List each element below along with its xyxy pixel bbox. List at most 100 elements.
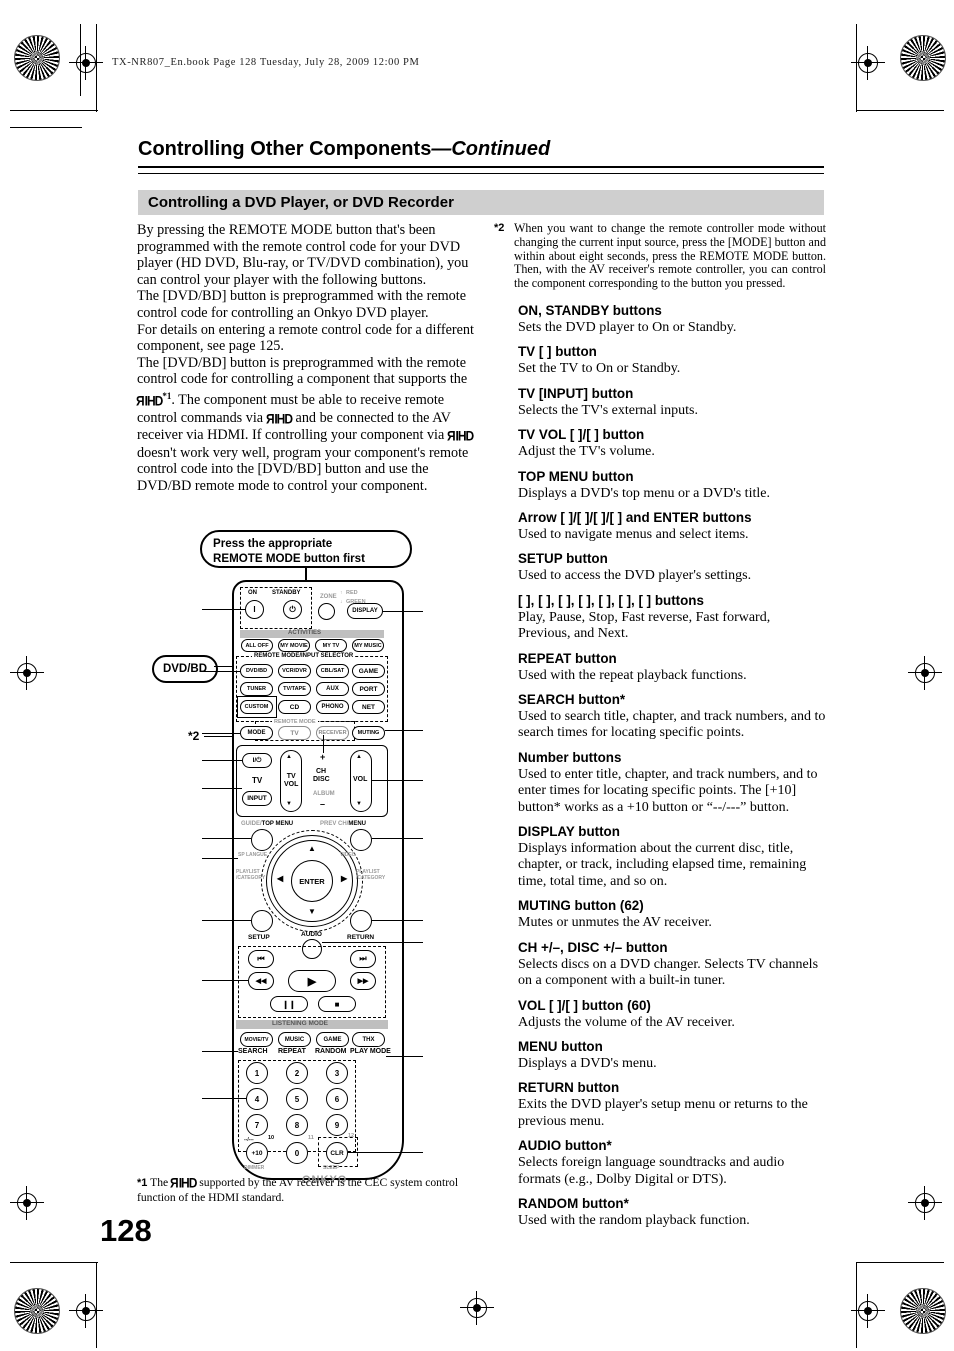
next-button[interactable]: ⏭ — [350, 950, 376, 968]
paragraph-intro: By pressing the REMOTE MODE button that'… — [137, 222, 469, 288]
play-button[interactable]: ▶ — [288, 970, 336, 992]
listening-button-game[interactable]: GAME — [316, 1032, 349, 1047]
sleep-label: SLEEP — [323, 1165, 340, 1171]
return-button[interactable] — [350, 910, 372, 932]
selector-button-cd[interactable]: CD — [278, 700, 311, 714]
leader-tv-input — [202, 788, 242, 790]
page-content: Controlling Other Components—Continued C… — [0, 0, 954, 1351]
number-button-plus-10[interactable]: +10 — [246, 1142, 268, 1164]
number-button-4[interactable]: 4 — [246, 1088, 268, 1110]
number-button-1[interactable]: 1 — [246, 1062, 268, 1084]
audio-label: AUDIO — [301, 931, 322, 938]
leader-tv-power — [202, 760, 242, 762]
mode-button[interactable]: MODE — [240, 726, 273, 740]
listening-button-movie-tv[interactable]: MOVIE/TV — [240, 1032, 273, 1047]
zone-red-label: RED — [346, 590, 358, 596]
paragraph-rihd: The [DVD/BD] button is preprogrammed wit… — [137, 355, 482, 495]
leader-transport — [202, 980, 248, 982]
selector-button-dvd-bd[interactable]: DVD/BD — [240, 664, 273, 678]
listening-button-thx[interactable]: THX — [352, 1032, 385, 1047]
nav-left-arrow-icon[interactable]: ◀ — [277, 874, 283, 883]
playlist-category-right-label: PLAYLIST/CATEGORY — [356, 869, 386, 881]
previous-button[interactable]: ⏮ — [248, 950, 274, 968]
button-description-heading: RETURN button — [518, 1080, 620, 1096]
on-button[interactable]: I — [245, 600, 264, 619]
activity-button-my-tv[interactable]: MY TV — [315, 639, 347, 652]
menu-button[interactable] — [350, 829, 372, 851]
guide-label: GUIDE/ — [241, 821, 262, 827]
selector-button-phono[interactable]: PHONO — [316, 700, 349, 714]
setup-button[interactable] — [251, 910, 273, 932]
standby-button[interactable]: ⏻ — [283, 600, 302, 619]
remote-mode-label: REMOTE MODE — [272, 719, 318, 725]
button-description-body: Used to search title, chapter, and track… — [518, 709, 826, 741]
selector-button-vcr-dvr[interactable]: VCR/DVR — [278, 664, 311, 678]
button-description-entry: ON, STANDBY buttons Sets the DVD player t… — [518, 303, 826, 336]
leader-return — [372, 920, 423, 922]
diagram-label-footnote-2: *2 — [188, 729, 200, 743]
selector-button-tuner[interactable]: TUNER — [240, 682, 273, 696]
button-description-heading: VOL [ ]/[ ] button (60) — [518, 997, 651, 1013]
vol-up-arrow-icon[interactable]: ▲ — [356, 754, 362, 760]
return-label: RETURN — [347, 934, 375, 941]
number-button-9[interactable]: 9 — [326, 1114, 348, 1136]
nav-down-arrow-icon[interactable]: ▼ — [308, 907, 316, 916]
fast-forward-button[interactable]: ▶▶ — [350, 972, 376, 990]
tv-mode-button[interactable]: TV — [278, 726, 311, 740]
tv-power-button[interactable]: I/⏻ — [242, 753, 272, 768]
ch-minus-icon[interactable]: – — [320, 799, 325, 809]
button-description-heading: MUTING button (62) — [518, 898, 644, 914]
number-button-8[interactable]: 8 — [286, 1114, 308, 1136]
number-button-7[interactable]: 7 — [246, 1114, 268, 1136]
selector-button-port[interactable]: PORT — [352, 682, 385, 696]
tv-vol-down-arrow-icon[interactable]: ▼ — [286, 801, 292, 807]
footnote-2: *2 When you want to change the remote co… — [494, 221, 826, 291]
display-button[interactable]: DISPLAY — [347, 603, 383, 619]
selector-button-cbl-sat[interactable]: CBL/SAT — [316, 664, 349, 678]
sp-langue-label: SP LANGUE — [238, 852, 268, 858]
menu-label: MENU — [348, 821, 367, 827]
button-description-heading: [ ], [ ], [ ], [ ], [ ], [ ], [ ] button… — [518, 592, 704, 608]
ch-plus-icon[interactable]: + — [320, 752, 325, 762]
selector-button-net[interactable]: NET — [352, 700, 385, 714]
nav-right-arrow-icon[interactable]: ▶ — [341, 874, 347, 883]
leader-ch-disc — [323, 735, 325, 753]
zone-button[interactable] — [318, 603, 335, 620]
number-button-5[interactable]: 5 — [286, 1088, 308, 1110]
number-button-0[interactable]: 0 — [286, 1142, 308, 1164]
leader-selector — [202, 671, 240, 673]
selector-button-aux[interactable]: AUX — [316, 682, 349, 696]
receiver-mode-button[interactable]: RECEIVER — [316, 726, 349, 740]
stop-button[interactable]: ■ — [318, 996, 356, 1012]
ch-label: CH — [316, 768, 327, 775]
enter-button[interactable]: ENTER — [291, 860, 333, 902]
number-button-3[interactable]: 3 — [326, 1062, 348, 1084]
zone-label: ZONE — [320, 594, 337, 600]
button-description-heading: REPEAT button — [518, 650, 617, 666]
diagram-label-dvd-bd: DVD/BD — [152, 655, 218, 683]
page-number: 128 — [100, 1213, 152, 1248]
prev-ch-label: PREV CH/ — [320, 821, 349, 827]
fast-reverse-button[interactable]: ◀◀ — [248, 972, 274, 990]
pause-button[interactable]: ❙❙ — [270, 996, 308, 1012]
muting-button[interactable]: MUTING — [352, 726, 385, 740]
top-menu-button[interactable] — [251, 829, 273, 851]
selector-button-tv-tape[interactable]: TV/TAPE — [278, 682, 311, 696]
vol-label: VOL — [353, 776, 368, 783]
activity-button-my-movie[interactable]: MY MOVIE — [278, 639, 310, 652]
listening-button-music[interactable]: MUSIC — [278, 1032, 311, 1047]
footnote-2-mark: *2 — [494, 222, 505, 234]
number-button-6[interactable]: 6 — [326, 1088, 348, 1110]
vol-down-arrow-icon[interactable]: ▼ — [356, 801, 362, 807]
nav-up-arrow-icon[interactable]: ▲ — [308, 844, 316, 853]
button-description-entry: CH +/–, DISC +/– button Selects discs on … — [518, 940, 826, 990]
selector-button-game[interactable]: GAME — [352, 664, 385, 678]
tv-vol-up-arrow-icon[interactable]: ▲ — [286, 754, 292, 760]
number-button-2[interactable]: 2 — [286, 1062, 308, 1084]
button-description-body: Displays a DVD's menu. — [518, 1055, 657, 1071]
leader-setup — [202, 920, 251, 922]
tv-input-button[interactable]: INPUT — [242, 791, 272, 806]
custom-highlight-box — [237, 696, 277, 718]
activity-button-all-off[interactable]: ALL OFF — [241, 639, 273, 652]
activity-button-my-music[interactable]: MY MUSIC — [352, 639, 384, 652]
